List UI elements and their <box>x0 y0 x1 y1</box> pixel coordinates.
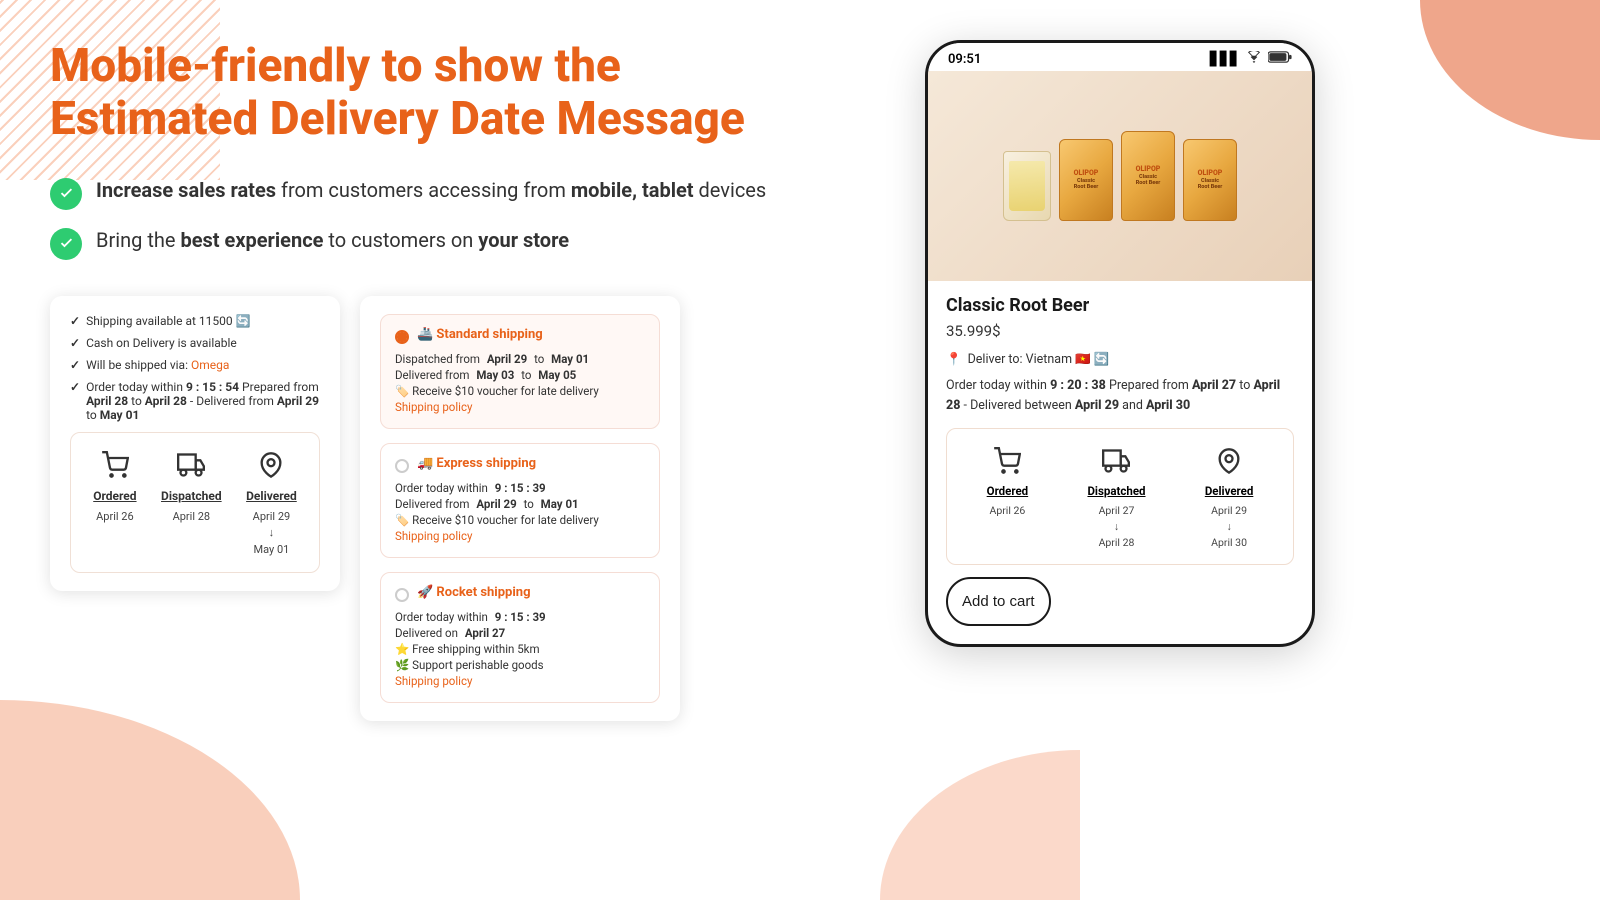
option-radio-express[interactable] <box>395 459 409 473</box>
beer-can-2: OLIPOP ClassicRoot Beer <box>1121 131 1175 221</box>
timeline-step-ordered: Ordered April 26 <box>93 447 136 526</box>
option-row-policy-standard: Shipping policy <box>395 400 645 414</box>
phone-truck-icon <box>1098 443 1134 479</box>
check-mark-3: ✓ <box>70 358 80 372</box>
feature-text-2: Bring the best experience to customers o… <box>96 226 569 254</box>
step-dispatched-date: April 28 <box>173 509 211 526</box>
omega-link[interactable]: Omega <box>191 358 229 372</box>
option-row-perishable-rocket: 🌿 Support perishable goods <box>395 658 645 672</box>
features-list: Increase sales rates from customers acce… <box>50 176 870 260</box>
phone-timeline: Ordered April 26 Dispatched April 27↓Apr… <box>946 428 1294 565</box>
option-row-voucher-express: 🏷️ Receive $10 voucher for late delivery <box>395 513 645 527</box>
phone-step-dispatched-label: Dispatched <box>1087 484 1145 498</box>
deliver-to-text: Deliver to: Vietnam 🇻🇳 🔄 <box>968 350 1110 370</box>
step-dispatched-label: Dispatched <box>161 489 222 503</box>
phone-step-delivered: Delivered April 29↓April 30 <box>1205 443 1254 550</box>
check-mark-4: ✓ <box>70 380 80 394</box>
option-row-voucher-standard: 🏷️ Receive $10 voucher for late delivery <box>395 384 645 398</box>
timeline-step-dispatched: Dispatched April 28 <box>161 447 222 526</box>
cart-icon <box>97 447 133 483</box>
option-radio-standard[interactable] <box>395 330 409 344</box>
step-ordered-label: Ordered <box>93 489 136 503</box>
phone-step-delivered-label: Delivered <box>1205 484 1254 498</box>
shipping-policy-link-standard[interactable]: Shipping policy <box>395 400 472 414</box>
shipping-option-standard[interactable]: 🚢 Standard shipping Dispatched from Apri… <box>380 314 660 429</box>
phone-location-icon <box>1211 443 1247 479</box>
product-price: 35.999$ <box>946 322 1294 340</box>
battery-icon <box>1268 51 1292 67</box>
status-right-icons: ▋▋▋ <box>1210 51 1292 67</box>
product-info: Classic Root Beer 35.999$ <box>928 281 1312 340</box>
check-mark: ✓ <box>70 314 80 328</box>
option-row-order-express: Order today within 9 : 15 : 39 <box>395 481 645 495</box>
option-row-freeship-rocket: ⭐ Free shipping within 5km <box>395 642 645 656</box>
signal-icon: ▋▋▋ <box>1210 52 1240 67</box>
delivered-icon <box>253 447 289 483</box>
phone-step-ordered: Ordered April 26 <box>987 443 1029 519</box>
phone-step-delivered-dates: April 29↓April 30 <box>1211 503 1247 550</box>
option-row-policy-rocket: Shipping policy <box>395 674 645 688</box>
step-delivered-label: Delivered <box>246 489 297 503</box>
phone-step-dispatched-dates: April 27↓April 28 <box>1099 503 1135 550</box>
phone-step-dispatched: Dispatched April 27↓April 28 <box>1087 443 1145 550</box>
delivery-location: 📍 Deliver to: Vietnam 🇻🇳 🔄 <box>946 350 1294 370</box>
beer-can-3: OLIPOP ClassicRoot Beer <box>1183 139 1237 221</box>
shipping-policy-link-rocket[interactable]: Shipping policy <box>395 674 472 688</box>
shipping-option-rocket[interactable]: 🚀 Rocket shipping Order today within 9 :… <box>380 572 660 703</box>
product-name: Classic Root Beer <box>946 295 1294 316</box>
feature-item-2: Bring the best experience to customers o… <box>50 226 870 260</box>
card-row-order: ✓ Order today within 9 : 15 : 54 Prepare… <box>70 380 320 422</box>
option-row-policy-express: Shipping policy <box>395 529 645 543</box>
add-to-cart-button[interactable]: Add to cart <box>946 577 1051 626</box>
option-title-standard: 🚢 Standard shipping <box>417 327 543 342</box>
shipping-options-card: 🚢 Standard shipping Dispatched from Apri… <box>360 296 680 721</box>
phone-cart-icon <box>989 443 1025 479</box>
pin-icon: 📍 <box>946 350 962 370</box>
check-icon-1 <box>50 178 82 210</box>
check-icon-2 <box>50 228 82 260</box>
option-row-dispatch-standard: Dispatched from April 29 to May 01 <box>395 352 645 366</box>
headline-line1: Mobile-friendly to show the <box>50 39 621 93</box>
beer-glass <box>1003 151 1051 221</box>
left-panel: Mobile-friendly to show the Estimated De… <box>50 40 870 860</box>
option-title-rocket: 🚀 Rocket shipping <box>417 585 531 600</box>
phone-step-ordered-label: Ordered <box>987 484 1029 498</box>
feature-text-1: Increase sales rates from customers acce… <box>96 176 766 204</box>
delivery-countdown: Order today within 9 : 20 : 38 Prepared … <box>946 376 1294 416</box>
headline-line2: Estimated Delivery Date Message <box>50 92 745 146</box>
option-row-deliver-rocket: Delivered on April 27 <box>395 626 645 640</box>
option-radio-rocket[interactable] <box>395 588 409 602</box>
shipping-info-card: ✓ Shipping available at 11500 🔄 ✓ Cash o… <box>50 296 340 592</box>
option-row-order-rocket: Order today within 9 : 15 : 39 <box>395 610 645 624</box>
option-title-express: 🚚 Express shipping <box>417 456 536 471</box>
card-row-via: ✓ Will be shipped via: Omega <box>70 358 320 372</box>
right-panel: 09:51 ▋▋▋ <box>910 40 1330 860</box>
step-delivered-dates: April 29↓May 01 <box>253 509 291 559</box>
card-row-cod: ✓ Cash on Delivery is available <box>70 336 320 350</box>
wifi-icon <box>1246 51 1262 67</box>
timeline-step-delivered: Delivered April 29↓May 01 <box>246 447 297 559</box>
phone-mockup: 09:51 ▋▋▋ <box>925 40 1315 647</box>
small-card-timeline: Ordered April 26 Dispatched April 28 <box>70 432 320 574</box>
phone-step-ordered-date: April 26 <box>989 503 1025 519</box>
step-ordered-date: April 26 <box>96 509 134 526</box>
beer-can-1: OLIPOP ClassicRoot Beer <box>1059 139 1113 221</box>
product-image: OLIPOP ClassicRoot Beer OLIPOP ClassicRo… <box>928 71 1312 281</box>
main-container: Mobile-friendly to show the Estimated De… <box>0 0 1600 900</box>
option-row-deliver-express: Delivered from April 29 to May 01 <box>395 497 645 511</box>
feature-item-1: Increase sales rates from customers acce… <box>50 176 870 210</box>
option-row-deliver-standard: Delivered from May 03 to May 05 <box>395 368 645 382</box>
shipping-policy-link-express[interactable]: Shipping policy <box>395 529 472 543</box>
phone-status-bar: 09:51 ▋▋▋ <box>928 43 1312 71</box>
delivery-info: 📍 Deliver to: Vietnam 🇻🇳 🔄 Order today w… <box>928 350 1312 416</box>
truck-icon <box>173 447 209 483</box>
shipping-option-express[interactable]: 🚚 Express shipping Order today within 9 … <box>380 443 660 558</box>
mock-cards-row: ✓ Shipping available at 11500 🔄 ✓ Cash o… <box>50 296 870 721</box>
headline: Mobile-friendly to show the Estimated De… <box>50 40 870 146</box>
card-row-shipping: ✓ Shipping available at 11500 🔄 <box>70 314 320 328</box>
status-time: 09:51 <box>948 52 981 67</box>
check-mark-2: ✓ <box>70 336 80 350</box>
